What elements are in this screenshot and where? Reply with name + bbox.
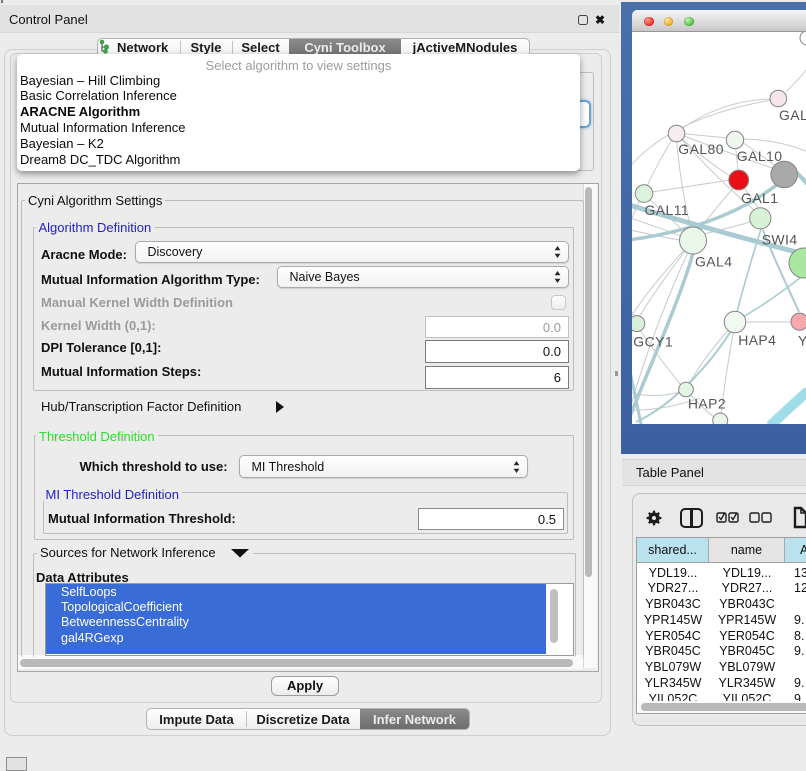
svg-text:GAL11: GAL11 <box>645 202 690 218</box>
svg-text:HAP2: HAP2 <box>688 396 726 412</box>
svg-text:GAL80: GAL80 <box>678 141 724 157</box>
svg-text:GAL1: GAL1 <box>741 190 778 206</box>
svg-text:SWI4: SWI4 <box>762 232 798 248</box>
svg-text:GAL7: GAL7 <box>779 107 806 123</box>
svg-text:GCY1: GCY1 <box>633 334 673 350</box>
svg-text:GAL10: GAL10 <box>737 148 783 164</box>
svg-text:YE: YE <box>798 333 806 349</box>
svg-text:GAL4: GAL4 <box>695 254 732 270</box>
svg-text:HAP4: HAP4 <box>738 332 776 348</box>
